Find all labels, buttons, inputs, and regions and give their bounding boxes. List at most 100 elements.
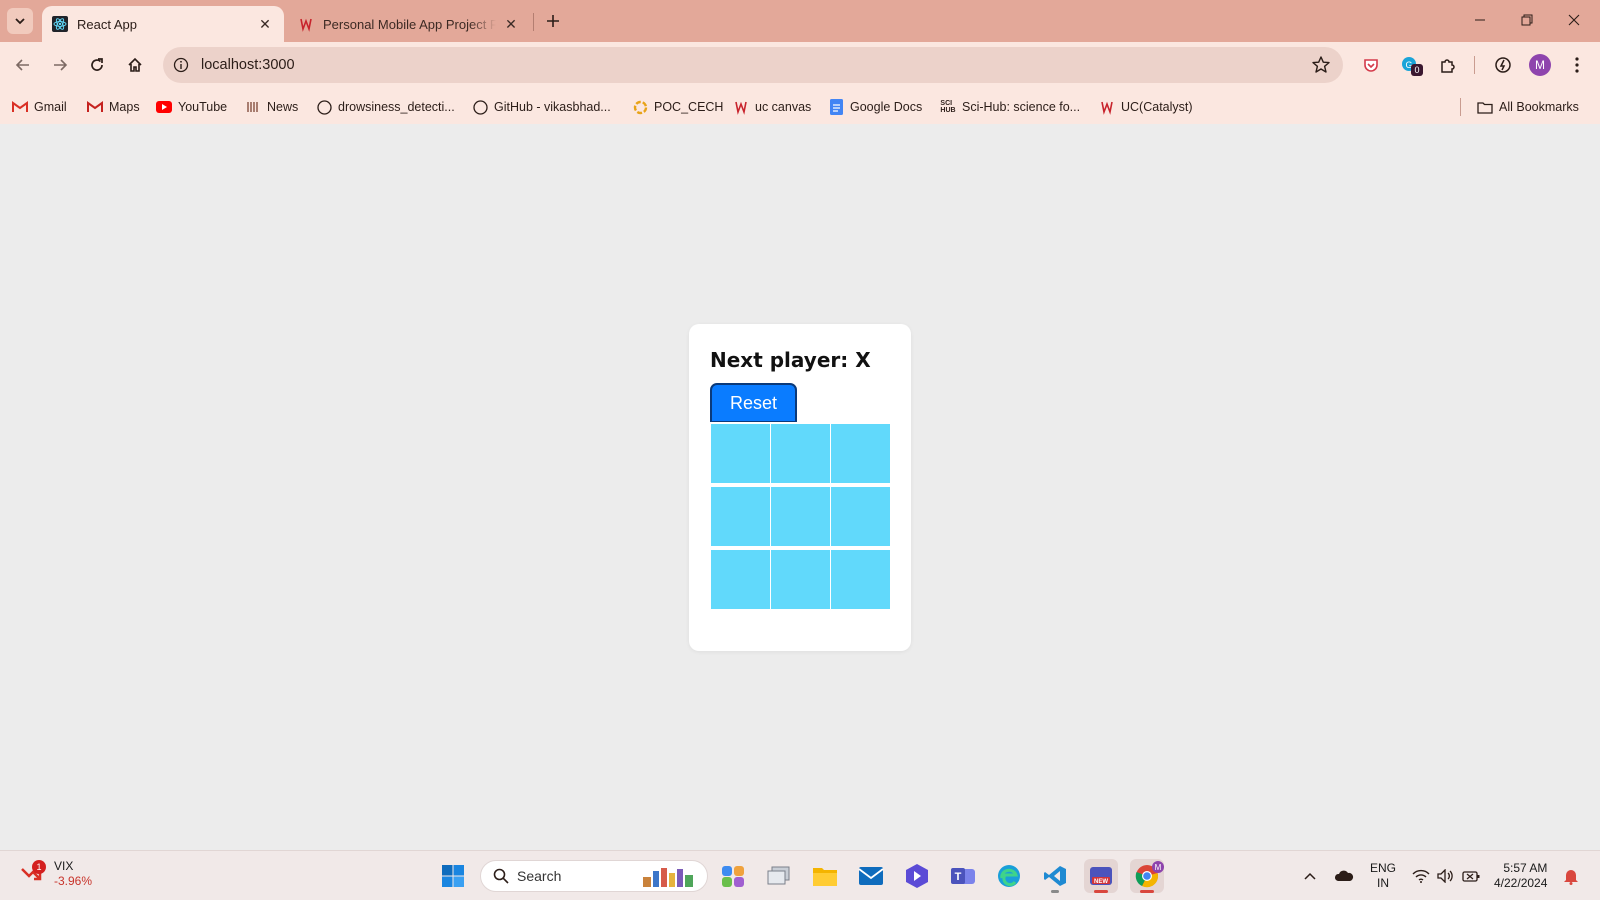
reset-button[interactable]: Reset bbox=[710, 383, 797, 422]
mail-icon bbox=[858, 867, 884, 885]
vscode-button[interactable] bbox=[1038, 859, 1072, 893]
bell-icon bbox=[1564, 870, 1578, 885]
mail-app-button[interactable] bbox=[854, 859, 888, 893]
minimize-button[interactable] bbox=[1458, 4, 1502, 36]
battery-button[interactable] bbox=[1461, 863, 1481, 889]
uc-icon bbox=[298, 16, 314, 32]
teams-new-button[interactable]: NEW bbox=[1084, 859, 1118, 893]
region-code: IN bbox=[1377, 876, 1389, 890]
profile-avatar-button[interactable]: M bbox=[1527, 52, 1553, 78]
back-button[interactable] bbox=[8, 50, 38, 80]
bookmark-maps[interactable]: Maps bbox=[87, 97, 140, 117]
wifi-button[interactable] bbox=[1411, 863, 1431, 889]
uc-icon bbox=[1099, 99, 1115, 115]
board-square-3[interactable] bbox=[831, 424, 890, 483]
extensions-puzzle-icon[interactable] bbox=[1435, 52, 1461, 78]
bookmark-github-vikas[interactable]: GitHub - vikasbhad... bbox=[472, 97, 611, 117]
board-square-8[interactable] bbox=[771, 550, 830, 609]
speaker-icon bbox=[1437, 869, 1453, 883]
show-hidden-icons-button[interactable] bbox=[1300, 863, 1320, 889]
bookmark-news[interactable]: News bbox=[245, 97, 298, 117]
search-highlight-icon bbox=[643, 868, 693, 887]
language-indicator[interactable]: ENG IN bbox=[1370, 861, 1396, 891]
site-info-icon[interactable] bbox=[169, 53, 193, 77]
forward-button[interactable] bbox=[45, 50, 75, 80]
volume-button[interactable] bbox=[1436, 863, 1456, 889]
board-square-5[interactable] bbox=[771, 487, 830, 546]
bookmark-label: YouTube bbox=[178, 100, 228, 114]
board-square-7[interactable] bbox=[711, 550, 770, 609]
tab-personal-mobile-app[interactable]: Personal Mobile App Project Fi ✕ bbox=[290, 6, 528, 42]
close-tab-icon[interactable]: ✕ bbox=[502, 15, 520, 33]
bookmark-gmail[interactable]: Gmail bbox=[12, 97, 67, 117]
bookmark-label: UC(Catalyst) bbox=[1121, 100, 1193, 114]
minimize-icon bbox=[1475, 19, 1485, 21]
home-button[interactable] bbox=[120, 50, 150, 80]
bookmark-label: News bbox=[267, 100, 299, 114]
chrome-browser-button[interactable]: M bbox=[1130, 859, 1164, 893]
board-square-1[interactable] bbox=[711, 424, 770, 483]
bookmark-sci-hub[interactable]: SCI HUB Sci-Hub: science fo... bbox=[940, 97, 1080, 117]
profile-badge: M bbox=[1152, 861, 1164, 873]
board-square-2[interactable] bbox=[771, 424, 830, 483]
pocket-extension-icon[interactable] bbox=[1358, 52, 1384, 78]
game-card: Next player: X Reset bbox=[689, 324, 911, 651]
close-tab-icon[interactable]: ✕ bbox=[256, 15, 274, 33]
stock-widget[interactable]: 1 VIX -3.96% bbox=[20, 859, 92, 889]
github-icon bbox=[316, 99, 332, 115]
power-automate-button[interactable] bbox=[900, 859, 934, 893]
board-square-6[interactable] bbox=[831, 487, 890, 546]
tab-react-app[interactable]: React App ✕ bbox=[42, 6, 284, 42]
file-explorer-button[interactable] bbox=[808, 859, 842, 893]
bookmark-label: All Bookmarks bbox=[1499, 100, 1579, 114]
url-text: localhost:3000 bbox=[201, 57, 295, 73]
home-icon bbox=[128, 57, 142, 72]
bookmark-uc-catalyst[interactable]: UC(Catalyst) bbox=[1099, 97, 1193, 117]
vscode-icon bbox=[1044, 866, 1066, 886]
wifi-icon bbox=[1412, 869, 1430, 883]
address-bar[interactable]: localhost:3000 bbox=[163, 47, 1343, 83]
board-square-4[interactable] bbox=[711, 487, 770, 546]
teams-app-button[interactable]: T bbox=[946, 859, 980, 893]
bookmark-star-icon[interactable] bbox=[1311, 55, 1331, 75]
performance-icon[interactable] bbox=[1490, 52, 1516, 78]
task-view-button[interactable] bbox=[762, 859, 796, 893]
copilot-app-button[interactable] bbox=[716, 859, 750, 893]
bookmark-label: Google Docs bbox=[850, 100, 923, 114]
chevron-up-icon bbox=[1304, 872, 1316, 880]
page-viewport: Next player: X Reset bbox=[0, 124, 1600, 850]
notifications-button[interactable] bbox=[1561, 863, 1581, 889]
start-button[interactable] bbox=[436, 859, 470, 893]
copilot-icon bbox=[722, 866, 744, 887]
avatar: M bbox=[1529, 54, 1551, 76]
bookmark-drowsiness[interactable]: drowsiness_detecti... bbox=[316, 97, 455, 117]
new-tab-button[interactable] bbox=[541, 9, 565, 33]
edge-browser-button[interactable] bbox=[992, 859, 1026, 893]
chevron-down-icon bbox=[15, 18, 25, 25]
bookmark-uc-canvas[interactable]: uc canvas bbox=[733, 97, 811, 117]
bookmarks-separator bbox=[1460, 98, 1461, 116]
system-clock[interactable]: 5:57 AM 4/22/2024 bbox=[1494, 861, 1547, 891]
close-icon bbox=[1568, 14, 1580, 26]
bookmark-youtube[interactable]: YouTube bbox=[156, 97, 227, 117]
reload-icon bbox=[91, 58, 103, 71]
all-bookmarks-button[interactable]: All Bookmarks bbox=[1477, 97, 1579, 117]
tab-separator bbox=[533, 13, 534, 31]
stock-name: VIX bbox=[54, 859, 74, 873]
close-window-button[interactable] bbox=[1552, 4, 1596, 36]
battery-icon bbox=[1462, 871, 1480, 882]
reload-button[interactable] bbox=[82, 50, 112, 80]
bookmark-google-docs[interactable]: Google Docs bbox=[828, 97, 922, 117]
cloud-icon bbox=[1334, 870, 1354, 881]
taskbar-search[interactable]: Search bbox=[480, 860, 708, 892]
tab-search-button[interactable] bbox=[7, 8, 33, 34]
restore-button[interactable] bbox=[1505, 4, 1549, 36]
clock-time: 5:57 AM bbox=[1503, 861, 1548, 875]
bookmark-poc-cech[interactable]: POC_CECH bbox=[632, 97, 723, 117]
stock-change: -3.96% bbox=[54, 874, 93, 888]
onedrive-button[interactable] bbox=[1332, 863, 1356, 889]
board-square-9[interactable] bbox=[831, 550, 890, 609]
grammarly-extension-icon[interactable]: G 0 bbox=[1397, 52, 1423, 78]
tab-title: Personal Mobile App Project Fi bbox=[323, 16, 496, 32]
browser-menu-button[interactable] bbox=[1564, 52, 1590, 78]
